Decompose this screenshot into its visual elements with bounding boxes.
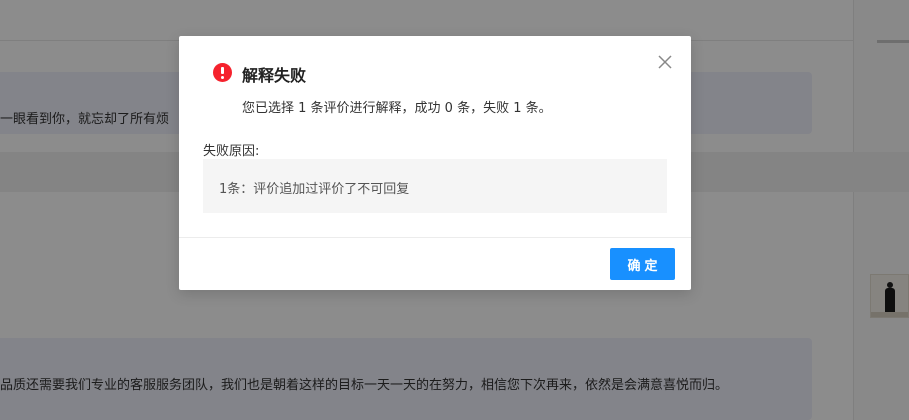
failure-reason-item: 1条：评价追加过评价了不可回复 [219, 182, 410, 197]
confirm-button[interactable]: 确定 [610, 248, 675, 280]
close-icon[interactable] [657, 54, 673, 70]
dialog-message: 您已选择 1 条评价进行解释，成功 0 条，失败 1 条。 [242, 101, 552, 116]
dialog-footer: 确定 [179, 237, 691, 291]
error-circle-icon [213, 63, 232, 82]
dialog-title: 解释失败 [242, 66, 307, 85]
error-dialog: 解释失败 您已选择 1 条评价进行解释，成功 0 条，失败 1 条。 失败原因:… [179, 36, 691, 290]
failure-reason-box: 1条：评价追加过评价了不可回复 [203, 159, 667, 213]
failure-reason-label: 失败原因: [203, 144, 260, 159]
